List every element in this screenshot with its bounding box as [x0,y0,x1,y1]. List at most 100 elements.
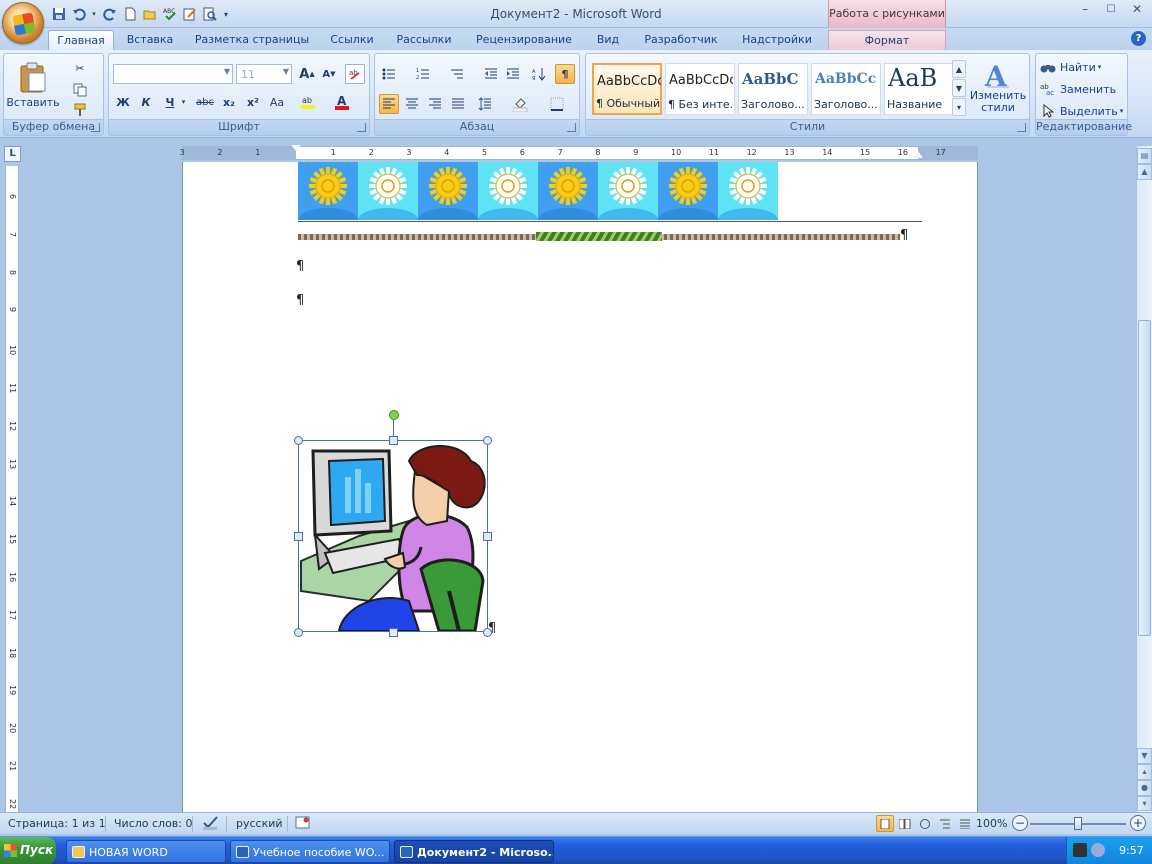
align-right-icon[interactable] [425,94,445,114]
resize-handle-top-left[interactable] [294,436,303,445]
open-icon[interactable] [141,6,158,23]
zoom-level[interactable]: 100% [976,817,1007,830]
style-tile[interactable]: AaB Название [884,63,954,115]
chevron-down-icon[interactable]: ▾ [179,92,188,112]
paragraph-launcher-icon[interactable] [567,123,576,132]
bold-button[interactable]: Ж [113,92,133,112]
superscript-button[interactable]: x² [243,92,263,112]
scrollbar-thumb[interactable] [1138,320,1151,636]
undo-icon[interactable] [70,6,87,23]
zoom-in-icon[interactable]: + [1130,815,1146,831]
sun-border-banner[interactable] [298,162,778,220]
increase-indent-icon[interactable] [503,64,523,84]
align-left-icon[interactable] [379,94,399,114]
underline-button[interactable]: Ч [160,92,180,112]
italic-button[interactable]: К [136,92,156,112]
shrink-font-button[interactable]: A ▼ [319,64,339,84]
maximize-button[interactable]: ☐ [1098,0,1124,18]
tray-app-icon[interactable] [1073,843,1087,857]
copy-icon[interactable] [70,80,90,100]
justify-icon[interactable] [448,94,468,114]
resize-handle-right[interactable] [483,532,492,541]
zoom-slider-thumb[interactable] [1074,817,1082,830]
close-button[interactable]: ✕ [1124,0,1150,18]
taskbar-item-folder[interactable]: НОВАЯ WORD [66,840,226,863]
tab-addins[interactable]: Надстройки [734,30,820,50]
style-tile[interactable]: AaBbC Заголово... [738,63,808,115]
draft-view-icon[interactable] [956,815,974,832]
tab-view[interactable]: Вид [588,30,628,50]
minimize-button[interactable]: – [1072,0,1098,18]
clipart-picture[interactable] [294,436,492,637]
reading-view-icon[interactable] [896,815,914,832]
indent-marker-icon[interactable] [291,145,301,151]
help-icon[interactable]: ? [1131,31,1146,46]
highlight-icon[interactable]: ab [299,92,319,112]
save-icon[interactable] [50,6,67,23]
spellcheck-icon[interactable]: ABC [161,6,178,23]
select-button[interactable]: Выделить ▾ [1040,102,1123,120]
bullets-icon[interactable] [379,64,399,84]
sort-icon[interactable]: AЯ [529,64,549,84]
tab-review[interactable]: Рецензирование [466,30,582,50]
proofing-icon[interactable] [202,815,220,834]
resize-handle-top-right[interactable] [483,436,492,445]
line-spacing-icon[interactable] [475,94,495,114]
change-styles-button[interactable]: A Изменить стили [968,56,1028,118]
resize-handle-bottom-left[interactable] [294,628,303,637]
decrease-indent-icon[interactable] [481,64,501,84]
tab-home[interactable]: Главная [48,30,114,50]
font-size-combo[interactable]: 11 ▼ [236,64,292,84]
previous-page-icon[interactable]: ▴ [1137,764,1152,780]
cut-icon[interactable]: ✂ [70,58,90,78]
subscript-button[interactable]: x₂ [219,92,239,112]
font-launcher-icon[interactable] [357,123,366,132]
word-count[interactable]: Число слов: 0 [114,817,193,830]
new-doc-icon[interactable] [121,6,138,23]
print-preview-icon[interactable] [201,6,218,23]
vertical-scrollbar[interactable]: ▤ ▲ ▼ ▴ ● ▾ [1136,146,1152,812]
styles-scroll-up-icon[interactable]: ▲ [952,60,966,78]
next-page-icon[interactable]: ▾ [1137,796,1152,811]
macro-record-icon[interactable] [295,816,311,833]
format-painter-icon[interactable] [70,100,90,120]
align-center-icon[interactable] [402,94,422,114]
clear-formatting-icon[interactable]: ab [345,64,365,84]
show-marks-button[interactable]: ¶ [555,64,575,84]
multilevel-list-icon[interactable] [447,64,467,84]
outline-view-icon[interactable] [936,815,954,832]
language-indicator[interactable]: русский [236,817,283,830]
resize-handle-bottom-right[interactable] [483,628,492,637]
clock[interactable]: 9:57 [1119,844,1144,857]
numbering-icon[interactable]: 12 [413,64,433,84]
office-button[interactable] [2,2,44,44]
print-layout-view-icon[interactable] [876,815,894,832]
page-count[interactable]: Страница: 1 из 1 [8,817,106,830]
font-name-combo[interactable]: ▼ [113,64,233,84]
rotation-handle[interactable] [389,410,399,420]
style-tile[interactable]: AaBbCc Заголово... [811,63,881,115]
resize-handle-bottom[interactable] [389,628,398,637]
strikethrough-button[interactable]: abc [195,92,215,112]
tray-volume-icon[interactable] [1091,843,1105,857]
browse-object-icon[interactable]: ● [1137,780,1152,796]
find-button[interactable]: Найти ▾ [1040,58,1101,76]
styles-scroll-down-icon[interactable]: ▼ [952,79,966,97]
font-color-icon[interactable]: A [333,92,353,112]
tab-mailings[interactable]: Рассылки [388,30,460,50]
chevron-down-icon[interactable]: ▾ [90,6,98,23]
taskbar-item-word-doc[interactable]: Учебное пособие WO... [230,840,390,863]
start-button[interactable]: Пуск [0,837,56,864]
tab-references[interactable]: Ссылки [322,30,382,50]
change-case-button[interactable]: Aa [267,92,287,112]
tab-selector-button[interactable]: L [4,146,21,162]
redo-icon[interactable] [101,6,118,23]
tab-page-layout[interactable]: Разметка страницы [188,30,316,50]
resize-handle-left[interactable] [294,532,303,541]
scroll-up-icon[interactable]: ▲ [1137,164,1152,180]
style-tile[interactable]: AaBbCcDc ¶ Обычный [592,63,662,115]
clipboard-launcher-icon[interactable] [91,123,100,132]
borders-icon[interactable] [547,94,567,114]
paste-button[interactable]: Вставить [6,56,60,114]
shading-icon[interactable] [511,94,531,114]
